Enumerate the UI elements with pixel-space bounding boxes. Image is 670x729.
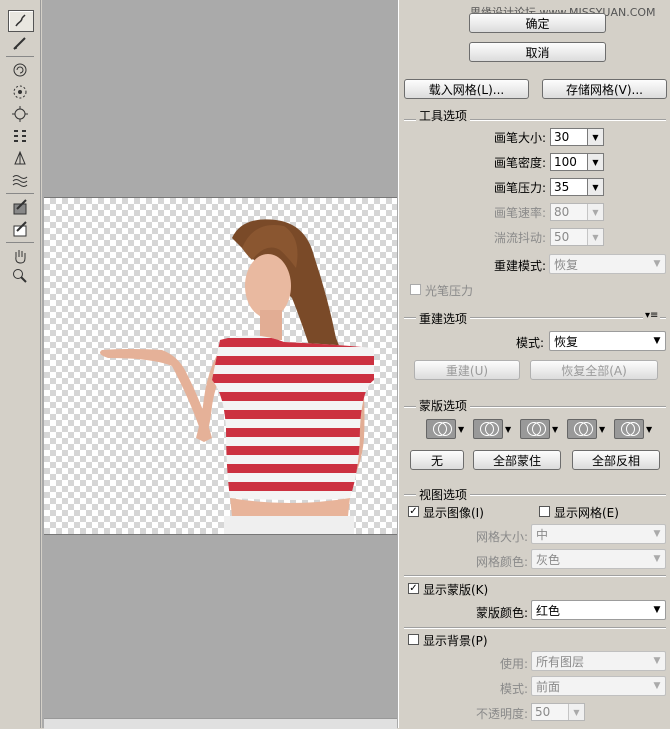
- turbulent-jitter-label: 湍流抖动:: [493, 231, 546, 245]
- restore-all-button: 恢复全部(A): [530, 360, 658, 380]
- mask-subtract-button[interactable]: ▼: [520, 419, 560, 439]
- push-left-icon[interactable]: [8, 126, 32, 146]
- mask-intersect-icon: [567, 419, 597, 439]
- chevron-down-icon: ▼: [653, 681, 661, 691]
- mask-replace-icon: [426, 419, 456, 439]
- save-mesh-button[interactable]: 存储网格(V)...: [542, 79, 667, 99]
- turbulence-icon[interactable]: [8, 170, 32, 190]
- brush-rate-field: 80 ▼: [550, 203, 604, 221]
- use-label: 使用:: [499, 657, 528, 671]
- mesh-color-label: 网格颜色:: [475, 555, 528, 569]
- mask-color-label: 蒙版颜色:: [475, 606, 528, 620]
- woman-photo: [100, 219, 374, 534]
- show-mesh-checkbox[interactable]: [539, 506, 550, 517]
- freeze-mask-icon[interactable]: [8, 197, 32, 217]
- stylus-pressure-label: 光笔压力: [425, 284, 474, 298]
- invert-all-button[interactable]: 全部反相: [572, 450, 660, 470]
- chevron-down-icon: ▼: [653, 529, 661, 539]
- mask-replace-button[interactable]: ▼: [426, 419, 466, 439]
- brush-pressure-label: 画笔压力:: [493, 181, 546, 195]
- show-image-label: 显示图像(I): [423, 506, 484, 520]
- chevron-down-icon[interactable]: ▼: [649, 605, 665, 615]
- brush-size-field[interactable]: 30 ▼: [550, 128, 604, 146]
- twirl-icon[interactable]: [8, 60, 32, 80]
- mask-color-select[interactable]: 红色 ▼: [531, 600, 666, 620]
- mesh-color-select: 灰色 ▼: [531, 549, 666, 569]
- mesh-size-select: 中 ▼: [531, 524, 666, 544]
- dropdown-arrow-icon: ▼: [587, 204, 603, 220]
- backdrop-mode-label: 模式:: [499, 682, 528, 696]
- reconstruct-mode-label: 重建模式:: [493, 259, 546, 273]
- panel-menu-icon[interactable]: ▾≡: [643, 310, 661, 321]
- chevron-down-icon[interactable]: ▼: [649, 336, 665, 346]
- image-layer[interactable]: [44, 197, 397, 535]
- mask-subtract-icon: [520, 419, 550, 439]
- mirror-icon[interactable]: [8, 148, 32, 168]
- show-image-checkbox[interactable]: ✓: [408, 506, 419, 517]
- brush-size-label: 画笔大小:: [493, 131, 546, 145]
- chevron-down-icon: ▼: [653, 656, 661, 666]
- chevron-down-icon: ▼: [653, 554, 661, 564]
- reconstruct-mode-dropdown[interactable]: 恢复 ▼: [549, 331, 666, 351]
- opacity-field: 50 ▼: [531, 703, 585, 721]
- brush-density-field[interactable]: 100 ▼: [550, 153, 604, 171]
- mask-options-title: 蒙版选项: [416, 397, 471, 414]
- reconstruct-mode-select: 恢复 ▼: [549, 254, 666, 274]
- ok-button[interactable]: 确定: [469, 13, 606, 33]
- reconstruct-mode-label-2: 模式:: [515, 336, 544, 350]
- stylus-pressure-checkbox[interactable]: [410, 284, 421, 295]
- show-mask-label: 显示蒙版(K): [423, 583, 489, 597]
- pucker-icon[interactable]: [8, 82, 32, 102]
- show-mask-checkbox[interactable]: ✓: [408, 583, 419, 594]
- mask-add-icon: [473, 419, 503, 439]
- show-mesh-label: 显示网格(E): [554, 506, 619, 520]
- mask-add-button[interactable]: ▼: [473, 419, 513, 439]
- dropdown-arrow-icon[interactable]: ▼: [587, 154, 603, 170]
- mesh-size-label: 网格大小:: [475, 530, 528, 544]
- bloat-icon[interactable]: [8, 104, 32, 124]
- dropdown-arrow-icon: ▼: [587, 229, 603, 245]
- backdrop-mode-select: 前面 ▼: [531, 676, 666, 696]
- tool-bar: [0, 0, 41, 728]
- forward-warp-icon[interactable]: [8, 10, 34, 32]
- dropdown-arrow-icon[interactable]: ▼: [587, 179, 603, 195]
- opacity-label: 不透明度:: [475, 707, 528, 721]
- cancel-button[interactable]: 取消: [469, 42, 606, 62]
- mask-invert-icon: [614, 419, 644, 439]
- view-options-title: 视图选项: [416, 486, 471, 503]
- brush-pressure-field[interactable]: 35 ▼: [550, 178, 604, 196]
- tool-options-title: 工具选项: [416, 107, 471, 124]
- mask-invert-button[interactable]: ▼: [614, 419, 654, 439]
- dropdown-arrow-icon[interactable]: ▼: [587, 129, 603, 145]
- zoom-icon[interactable]: [8, 266, 32, 286]
- reconstruct-icon[interactable]: [8, 33, 32, 53]
- chevron-down-icon: ▼: [653, 259, 661, 269]
- reconstruct-button: 重建(U): [414, 360, 520, 380]
- dropdown-arrow-icon: ▼: [568, 704, 584, 720]
- show-backdrop-label: 显示背景(P): [423, 634, 488, 648]
- use-select: 所有图层 ▼: [531, 651, 666, 671]
- turbulent-jitter-field: 50 ▼: [550, 228, 604, 246]
- brush-density-label: 画笔密度:: [493, 156, 546, 170]
- reconstruct-options-title: 重建选项: [416, 310, 471, 327]
- horizontal-scrollbar[interactable]: [44, 718, 397, 729]
- mask-none-button[interactable]: 无: [410, 450, 464, 470]
- mask-intersect-button[interactable]: ▼: [567, 419, 607, 439]
- mask-all-button[interactable]: 全部蒙住: [473, 450, 561, 470]
- brush-rate-label: 画笔速率:: [493, 206, 546, 220]
- hand-icon[interactable]: [8, 246, 32, 266]
- show-backdrop-checkbox[interactable]: [408, 634, 419, 645]
- thaw-mask-icon[interactable]: [8, 219, 32, 239]
- load-mesh-button[interactable]: 载入网格(L)...: [404, 79, 529, 99]
